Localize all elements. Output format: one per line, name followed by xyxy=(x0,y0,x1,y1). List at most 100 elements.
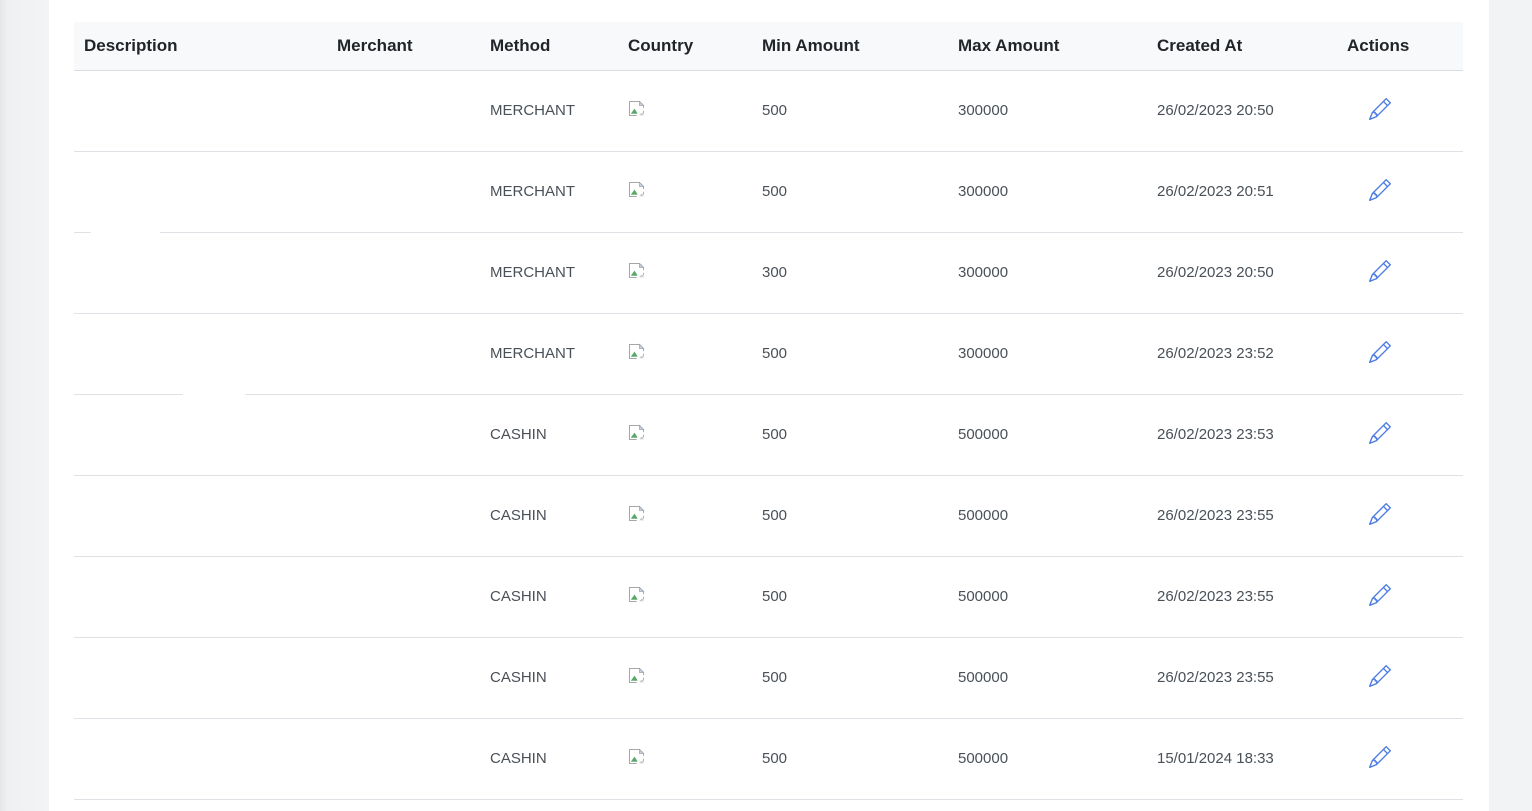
edit-button[interactable] xyxy=(1369,746,1391,768)
cell-description xyxy=(74,718,327,799)
table-row: CASHIN 500 500000 26/02/2023 23:53 xyxy=(74,394,1463,475)
cell-created-at: 26/02/2023 23:55 xyxy=(1147,637,1337,718)
table-row: MERCHANT 500 300000 26/02/2023 23:52 xyxy=(74,313,1463,394)
cell-created-at: 26/02/2023 23:55 xyxy=(1147,556,1337,637)
cell-merchant xyxy=(327,637,480,718)
broken-image-icon xyxy=(628,181,648,198)
cell-created-at: 26/02/2023 23:53 xyxy=(1147,394,1337,475)
pencil-icon xyxy=(1369,746,1391,768)
cell-min-amount: 500 xyxy=(752,394,948,475)
column-header-method: Method xyxy=(480,22,618,70)
pencil-icon xyxy=(1369,503,1391,525)
cell-min-amount: 500 xyxy=(752,556,948,637)
cell-description xyxy=(74,70,327,151)
cell-country xyxy=(618,232,752,313)
cell-country xyxy=(618,475,752,556)
cell-description xyxy=(74,313,327,394)
edit-button[interactable] xyxy=(1369,98,1391,120)
cell-actions xyxy=(1337,313,1463,394)
cell-country xyxy=(618,70,752,151)
cell-merchant xyxy=(327,394,480,475)
cell-country xyxy=(618,556,752,637)
pencil-icon xyxy=(1369,341,1391,363)
cell-max-amount: 300000 xyxy=(948,70,1147,151)
cell-merchant xyxy=(327,475,480,556)
edit-button[interactable] xyxy=(1369,584,1391,606)
cell-min-amount: 500 xyxy=(752,475,948,556)
cell-description xyxy=(74,232,327,313)
cell-description xyxy=(74,637,327,718)
cell-country xyxy=(618,151,752,232)
cell-actions xyxy=(1337,637,1463,718)
cell-method: MERCHANT xyxy=(480,232,618,313)
cell-max-amount: 300000 xyxy=(948,151,1147,232)
pencil-icon xyxy=(1369,179,1391,201)
cell-description xyxy=(74,556,327,637)
cell-max-amount: 500000 xyxy=(948,556,1147,637)
page: Description Merchant Method Country Min … xyxy=(0,0,1532,811)
table-row: CASHIN 500 500000 26/02/2023 23:55 xyxy=(74,556,1463,637)
broken-image-icon xyxy=(628,586,648,603)
cell-country xyxy=(618,313,752,394)
cell-description xyxy=(74,475,327,556)
cell-method: CASHIN xyxy=(480,556,618,637)
table-row: MERCHANT 500 300000 26/02/2023 20:50 xyxy=(74,70,1463,151)
cell-merchant xyxy=(327,718,480,799)
pencil-icon xyxy=(1369,98,1391,120)
column-header-max-amount: Max Amount xyxy=(948,22,1147,70)
cell-min-amount: 500 xyxy=(752,718,948,799)
cell-actions xyxy=(1337,556,1463,637)
cell-actions xyxy=(1337,718,1463,799)
cell-country xyxy=(618,637,752,718)
edit-button[interactable] xyxy=(1369,179,1391,201)
cell-country xyxy=(618,718,752,799)
edit-button[interactable] xyxy=(1369,665,1391,687)
cell-actions xyxy=(1337,70,1463,151)
cell-country xyxy=(618,394,752,475)
table-row: MERCHANT 500 300000 26/02/2023 20:51 xyxy=(74,151,1463,232)
cell-merchant xyxy=(327,70,480,151)
cell-method: MERCHANT xyxy=(480,151,618,232)
broken-image-icon xyxy=(628,505,648,522)
cell-method: CASHIN xyxy=(480,718,618,799)
cell-max-amount: 500000 xyxy=(948,637,1147,718)
edit-button[interactable] xyxy=(1369,422,1391,444)
table-row: CASHIN 500 500000 26/02/2023 23:55 xyxy=(74,637,1463,718)
cell-min-amount: 500 xyxy=(752,70,948,151)
pencil-icon xyxy=(1369,260,1391,282)
edit-button[interactable] xyxy=(1369,260,1391,282)
edit-button[interactable] xyxy=(1369,341,1391,363)
edit-button[interactable] xyxy=(1369,503,1391,525)
cell-method: MERCHANT xyxy=(480,313,618,394)
cell-merchant xyxy=(327,232,480,313)
column-header-merchant: Merchant xyxy=(327,22,480,70)
broken-image-icon xyxy=(628,748,648,765)
broken-image-icon xyxy=(628,424,648,441)
broken-image-icon xyxy=(628,343,648,360)
cell-actions xyxy=(1337,475,1463,556)
table-body: MERCHANT 500 300000 26/02/2023 20:50 xyxy=(74,70,1463,799)
cell-merchant xyxy=(327,313,480,394)
pencil-icon xyxy=(1369,422,1391,444)
cell-min-amount: 500 xyxy=(752,313,948,394)
column-header-created-at: Created At xyxy=(1147,22,1337,70)
cell-created-at: 26/02/2023 23:55 xyxy=(1147,475,1337,556)
redaction-overlay xyxy=(183,391,245,397)
cell-actions xyxy=(1337,151,1463,232)
cell-created-at: 26/02/2023 20:50 xyxy=(1147,232,1337,313)
cell-min-amount: 500 xyxy=(752,637,948,718)
cell-created-at: 26/02/2023 20:51 xyxy=(1147,151,1337,232)
cell-merchant xyxy=(327,151,480,232)
cell-created-at: 26/02/2023 23:52 xyxy=(1147,313,1337,394)
column-header-country: Country xyxy=(618,22,752,70)
cell-actions xyxy=(1337,394,1463,475)
cell-max-amount: 500000 xyxy=(948,475,1147,556)
pencil-icon xyxy=(1369,584,1391,606)
right-gutter xyxy=(1489,0,1532,811)
table-row: CASHIN 500 500000 15/01/2024 18:33 xyxy=(74,718,1463,799)
cell-method: MERCHANT xyxy=(480,70,618,151)
rates-table: Description Merchant Method Country Min … xyxy=(74,22,1463,800)
cell-max-amount: 300000 xyxy=(948,313,1147,394)
column-header-min-amount: Min Amount xyxy=(752,22,948,70)
pencil-icon xyxy=(1369,665,1391,687)
